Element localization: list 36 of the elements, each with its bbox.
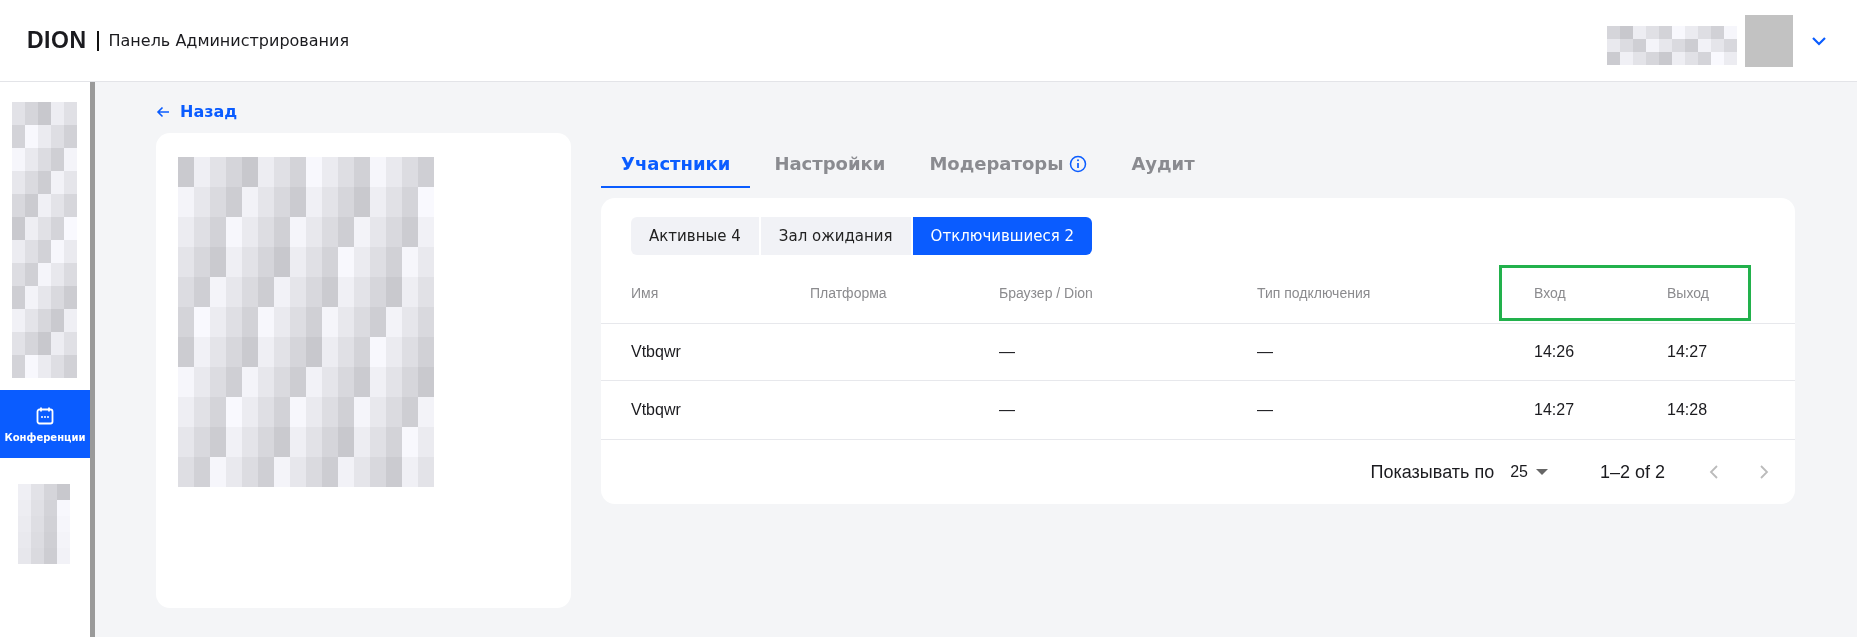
chevron-down-icon[interactable] [1811,35,1827,46]
table-cell: — [999,343,1015,360]
rows-per-page-label: Показывать по [1370,461,1495,483]
column-header: Имя [631,284,660,303]
segment-tab[interactable]: Отключившиеся 2 [912,217,1093,255]
tab[interactable]: Настройки [754,143,906,188]
segment-tab[interactable]: Зал ожидания [760,217,911,255]
app-title: Панель Администрирования [108,31,350,50]
table-cell: 14:26 [1534,343,1575,360]
table-cell: — [1257,401,1273,418]
pixelated-placeholder [1745,14,1793,67]
table-cell: — [999,401,1015,418]
table-cell: — [1257,343,1273,360]
page-range: 1–2 of 2 [1599,461,1665,483]
segment-tab[interactable]: Активные 4 [631,217,759,255]
column-header: Браузер / Dion [999,284,1094,303]
column-header: Тип подключения [1257,284,1372,303]
back-link[interactable]: Назад [156,102,1857,121]
table-cell: 14:28 [1667,401,1708,418]
column-header: Платформа [810,284,888,303]
info-icon[interactable] [1069,154,1088,173]
sidebar-item[interactable]: Конференции [0,390,90,458]
rows-per-page-select[interactable]: 25 [1510,463,1548,481]
tab[interactable]: Модераторы [909,143,1108,188]
column-header: Выход [1667,265,1751,321]
table-cell: Vtbqwr [631,401,681,418]
arrow-left-icon [156,105,170,118]
caret-icon [1535,469,1548,475]
calendar-icon [35,405,55,426]
column-header: Вход [1499,265,1667,321]
table-cell: 14:27 [1534,401,1575,418]
logo[interactable]: DION [27,27,87,54]
table-cell: 14:27 [1667,343,1708,360]
tab[interactable]: Аудит [1111,143,1215,188]
tab[interactable]: Участники [601,143,751,188]
table-cell: Vtbqwr [631,343,681,360]
